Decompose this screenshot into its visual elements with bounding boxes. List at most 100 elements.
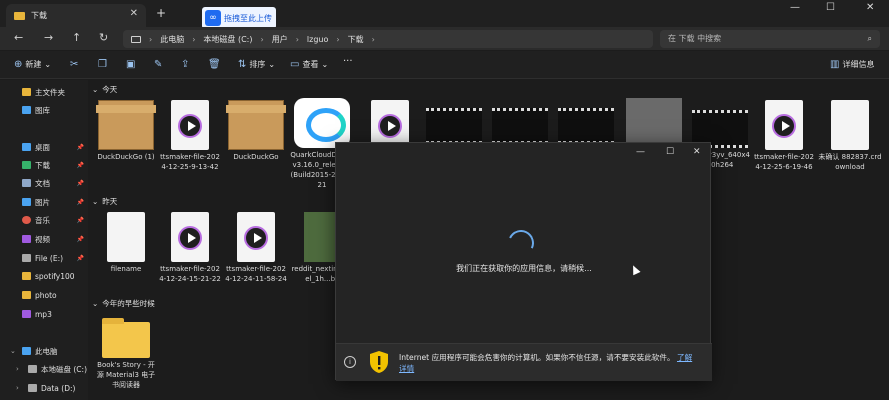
copy-icon[interactable]: ❐ [98,59,107,70]
sidebar-item-label: 下载 [35,160,50,170]
file-item[interactable]: DuckDuckGo [224,100,288,162]
new-button[interactable]: ⊕ 新建 ⌄ [14,59,51,70]
cut-icon[interactable]: ✂ [70,59,78,70]
file-item[interactable]: filename [94,212,158,274]
sidebar-item-documents[interactable]: 文档 📌 [22,176,86,190]
file-item[interactable] [422,108,486,144]
app-installer-dialog: — ☐ ✕ 我们正在获取你的应用信息，请稍候... i Internet 应用程… [335,142,712,381]
file-item[interactable]: Book's Story - 开源 Material3 电子书阅读器 [94,318,158,390]
info-icon[interactable]: i [344,356,356,368]
baidu-netdisk-icon: ∞ [205,10,221,26]
sidebar-item-music[interactable]: 音乐 📌 [22,213,86,227]
sort-label: 排序 [249,60,266,69]
file-item[interactable]: ttsmaker-file-2024-12-25-9-13-42 [158,100,222,172]
minimize-button[interactable]: — [790,2,800,13]
file-item[interactable]: 未确认 882837.crdownload [818,100,882,172]
plus-circle-icon: ⊕ [14,59,23,70]
chevron-right-icon[interactable]: › [16,365,19,373]
dialog-maximize-button[interactable]: ☐ [666,147,674,157]
package-icon [96,100,156,150]
group-header-earlier[interactable]: ⌄ 今年的早些时候 [92,298,159,309]
dialog-minimize-button[interactable]: — [636,147,645,157]
computer-icon [22,347,31,355]
group-header-today[interactable]: ⌄ 今天 [92,84,121,95]
sidebar-item-gallery[interactable]: 图库 [22,103,86,117]
file-item[interactable]: DuckDuckGo (1) [94,100,158,162]
sidebar-item-label: File (E:) [35,253,64,263]
music-icon [22,216,31,224]
sidebar-item-downloads[interactable]: 下载 📌 [22,158,86,172]
security-warning-bar: i Internet 应用程序可能会危害你的计算机。如果你不信任源，请不要安装此… [336,343,712,381]
forward-button[interactable]: → [44,31,53,44]
tab-close-icon[interactable]: ✕ [130,8,138,19]
sidebar-item-photo[interactable]: photo [22,288,86,302]
video-file-icon [171,212,209,262]
chevron-right-icon: › [371,34,375,44]
breadcrumb-item[interactable]: 本地磁盘 (C:) [203,34,252,45]
share-icon[interactable]: ⇪ [181,59,189,70]
delete-icon[interactable]: 🗑 [208,59,221,70]
breadcrumb-item[interactable]: 用户 [272,34,288,45]
quark-cloud-icon [294,98,350,148]
sidebar-item-label: Data (D:) [41,383,76,393]
navigation-bar: ← → ↑ ↻ › 此电脑 › 本地磁盘 (C:) › 用户 › lzguo ›… [0,27,889,50]
dialog-close-button[interactable]: ✕ [693,147,701,157]
baidu-upload-badge[interactable]: ∞ 拖拽至此上传 [202,7,276,29]
group-header-yesterday[interactable]: ⌄ 昨天 [92,196,121,207]
up-button[interactable]: ↑ [72,31,81,44]
pin-icon: 📌 [76,161,84,169]
chevron-right-icon: › [260,34,264,44]
chevron-down-icon[interactable]: ⌄ [10,347,16,355]
drive-icon [28,384,37,392]
sidebar-item-spotify100[interactable]: spotify100 [22,269,86,283]
file-item[interactable] [622,98,686,148]
title-bar: 下载 ✕ + ∞ 拖拽至此上传 — ☐ ✕ [0,0,889,29]
paste-icon[interactable]: ▣ [126,59,135,70]
close-window-button[interactable]: ✕ [866,2,874,13]
file-item[interactable]: ttsmaker-file-2024-12-24-11-58-24 [224,212,288,284]
address-bar[interactable]: › 此电脑 › 本地磁盘 (C:) › 用户 › lzguo › 下载 › [123,30,653,48]
sidebar-item-home[interactable]: 主文件夹 [22,85,86,99]
rename-icon[interactable]: ✎ [154,59,162,70]
sidebar-item-label: 此电脑 [35,346,58,356]
file-item[interactable] [554,108,618,144]
chevron-right-icon[interactable]: › [16,384,19,392]
details-button[interactable]: ▥ 详细信息 [830,59,874,70]
sidebar-item-this-pc[interactable]: 此电脑 [22,344,86,358]
refresh-button[interactable]: ↻ [99,31,108,44]
new-tab-button[interactable]: + [156,6,166,20]
search-input[interactable]: 在 下载 中搜索 ⌕ [660,30,880,48]
sidebar-item-label: 桌面 [35,142,50,152]
sidebar-item-drive-c[interactable]: 本地磁盘 (C:) [28,362,92,376]
sidebar-item-drive-d[interactable]: Data (D:) [28,381,92,395]
folder-icon [102,318,150,358]
security-warning-text: Internet 应用程序可能会危害你的计算机。如果你不信任源，请不要安装此软件… [399,352,699,374]
command-bar: ⊕ 新建 ⌄ ✂ ❐ ▣ ✎ ⇪ 🗑 ⇅ 排序 ⌄ ▭ 查看 ⌄ ··· ▥ 详… [0,51,889,79]
breadcrumb-item[interactable]: 下载 [348,34,364,45]
view-button[interactable]: ▭ 查看 ⌄ [290,59,328,70]
breadcrumb-item[interactable]: lzguo [307,35,328,44]
sidebar-item-pictures[interactable]: 图片 📌 [22,195,86,209]
sidebar-item-file-e[interactable]: File (E:) 📌 [22,251,86,265]
tab-title: 下载 [31,11,47,20]
sidebar-item-label: spotify100 [35,271,75,281]
sidebar-item-label: photo [35,290,57,300]
sidebar-item-mp3[interactable]: mp3 [22,307,86,321]
tab-downloads[interactable]: 下载 ✕ [6,4,146,27]
file-item[interactable]: ttsmaker-file-2024-12-24-15-21-22 [158,212,222,284]
video-thumbnail [558,108,614,144]
maximize-button[interactable]: ☐ [826,2,835,13]
sort-button[interactable]: ⇅ 排序 ⌄ [238,59,275,70]
folder-icon [22,291,31,299]
file-item[interactable] [488,108,552,144]
sidebar-item-desktop[interactable]: 桌面 📌 [22,140,86,154]
file-name: filename [110,265,142,273]
more-button[interactable]: ··· [343,56,353,67]
sidebar-item-label: 图库 [35,105,50,115]
back-button[interactable]: ← [14,31,23,44]
loading-spinner-icon [504,226,538,260]
sidebar-item-videos[interactable]: 视频 📌 [22,232,86,246]
breadcrumb-item[interactable]: 此电脑 [160,34,184,45]
file-item[interactable]: ttsmaker-file-2024-12-25-6-19-46 [752,100,816,172]
document-icon [107,212,145,262]
